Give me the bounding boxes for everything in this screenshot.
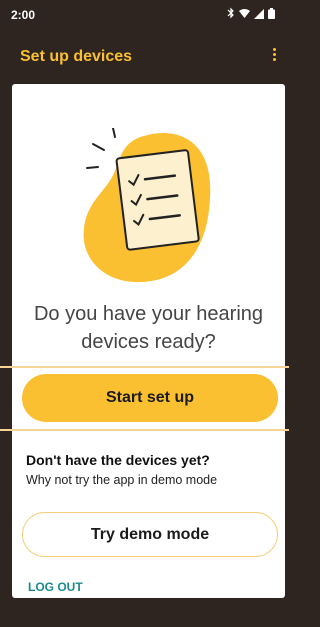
signal-icon	[254, 8, 264, 22]
try-demo-button[interactable]: Try demo mode	[22, 512, 278, 557]
bluetooth-icon	[227, 7, 235, 22]
checklist-illustration	[82, 127, 222, 293]
more-vert-icon[interactable]	[269, 46, 279, 66]
devices-ready-question: Do you have your hearing devices ready?	[33, 303, 264, 353]
start-setup-button[interactable]: Start set up	[22, 374, 278, 422]
battery-icon	[268, 7, 275, 22]
setup-card: Do you have your hearing devices ready? …	[12, 84, 285, 598]
no-devices-text: Why not try the app in demo mode	[26, 473, 218, 487]
no-devices-heading: Don't have the devices yet?	[26, 452, 210, 468]
status-bar: 2:00	[0, 0, 289, 28]
status-icons	[227, 7, 275, 22]
logout-link[interactable]: LOG OUT	[28, 580, 83, 594]
wifi-icon	[239, 8, 250, 22]
page-title: Set up devices	[20, 48, 133, 65]
highlight-line-bottom	[0, 429, 289, 431]
highlight-line-top	[0, 366, 289, 368]
status-time: 2:00	[11, 8, 36, 22]
app-bar: Set up devices	[0, 28, 289, 84]
